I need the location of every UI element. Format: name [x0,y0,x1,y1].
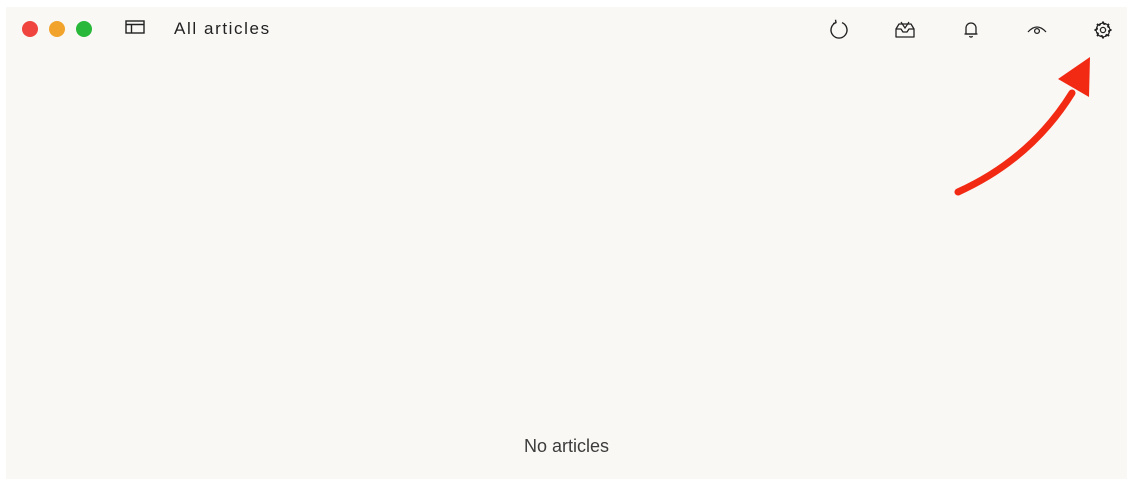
visibility-button[interactable] [1024,17,1050,43]
gear-icon [1092,19,1114,41]
title-bar: All articles [6,7,1127,51]
settings-button[interactable] [1090,17,1116,43]
sidebar-icon [125,19,145,40]
arrow-shaft [954,89,1076,196]
refresh-icon [828,19,850,41]
inbox-icon [894,20,916,40]
arrow-head [1058,57,1090,97]
app-window: All articles No articles [6,7,1127,479]
refresh-button[interactable] [826,17,852,43]
inbox-button[interactable] [892,17,918,43]
annotation-arrow [954,57,1090,196]
maximize-window-button[interactable] [76,21,92,37]
page-title: All articles [174,19,271,38]
sidebar-toggle-button[interactable] [124,19,146,39]
notifications-button[interactable] [958,17,984,43]
bell-icon [961,20,981,40]
eye-icon [1026,22,1048,38]
empty-state-label: No articles [523,436,610,456]
close-window-button[interactable] [22,21,38,37]
minimize-window-button[interactable] [49,21,65,37]
